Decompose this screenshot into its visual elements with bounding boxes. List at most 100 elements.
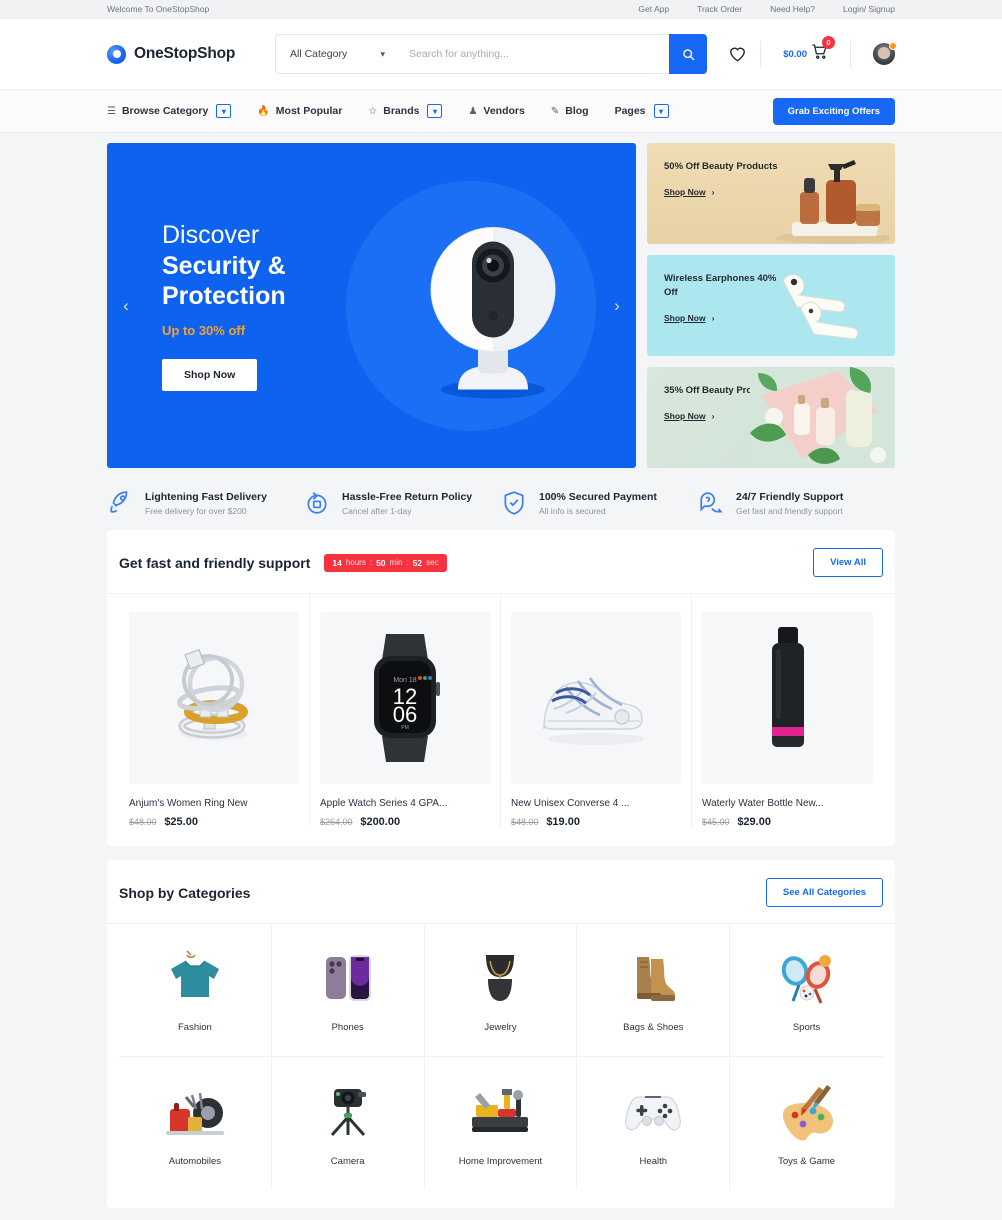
status-dot-icon [889, 42, 897, 50]
category-item-toys-game[interactable]: Toys & Game [730, 1057, 883, 1190]
nav-item-vendors[interactable]: ♟ Vendors [468, 105, 524, 117]
category-item-automobiles[interactable]: Automobiles [119, 1057, 272, 1190]
feature-secure-payment: 100% Secured Payment All info is secured [501, 490, 698, 516]
search-bar: All Category ▾ [275, 34, 707, 74]
gamepad-icon [621, 1081, 685, 1143]
top-link-track-order[interactable]: Track Order [697, 4, 742, 14]
top-link-get-app[interactable]: Get App [638, 4, 669, 14]
deals-title: Get fast and friendly support [119, 554, 311, 571]
product-prices: $264.00 $200.00 [320, 816, 490, 828]
tools-icon [468, 1081, 532, 1143]
nav-item-brands[interactable]: ☆ Brands ▾ [368, 104, 443, 118]
boots-icon [623, 947, 683, 1009]
promo-banner-earphones[interactable]: Wireless Earphones 40% Off Shop Now › [647, 255, 895, 356]
category-select[interactable]: All Category ▾ [275, 34, 395, 74]
skincare-flatlay-image [750, 367, 895, 468]
search-button[interactable] [669, 34, 707, 74]
category-item-fashion[interactable]: Fashion [119, 924, 272, 1057]
nav-item-browse-category[interactable]: ☰ Browse Category ▾ [107, 104, 232, 118]
brand-name: OneStopShop [134, 45, 236, 62]
timer-minutes: 50 [376, 557, 386, 568]
category-name: Fashion [177, 1022, 212, 1033]
nav-label: Vendors [483, 105, 525, 117]
tshirt-icon [165, 947, 225, 1009]
header-actions: $0.00 0 [714, 36, 897, 67]
cart-button[interactable]: $0.00 0 [761, 36, 850, 65]
hero-subtitle: Up to 30% off [162, 322, 246, 338]
hero-shop-now-button[interactable]: Shop Now [162, 358, 258, 391]
promo-shop-now-link[interactable]: Shop Now › [664, 313, 714, 323]
feature-delivery: Lightening Fast Delivery Free delivery f… [107, 490, 304, 516]
category-item-home-improvement[interactable]: Home Improvement [425, 1057, 578, 1190]
nav-items: ☰ Browse Category ▾ 🔥 Most Popular ☆ Bra… [107, 104, 669, 118]
cart-icon-wrap: 0 [811, 36, 835, 65]
category-name: Jewelry [484, 1022, 517, 1033]
product-price: $19.00 [546, 816, 580, 828]
nav-label: Blog [565, 105, 589, 117]
top-link-login-signup[interactable]: Login/ Signup [843, 4, 895, 14]
chevron-down-icon[interactable]: ▾ [216, 104, 232, 118]
promo-banner-beauty-35[interactable]: 35% Off Beauty Products Shop Now › [647, 367, 895, 468]
star-icon: ☆ [368, 105, 378, 117]
site-logo[interactable]: OneStopShop [107, 44, 275, 64]
promo-banner-beauty-50[interactable]: 50% Off Beauty Products Shop Now › [647, 143, 895, 244]
page-content: ‹ › Discover Security & Protection Up to… [0, 143, 1002, 1208]
deals-header: Get fast and friendly support 14 hours :… [107, 530, 895, 594]
chevron-down-icon[interactable]: ▾ [427, 104, 443, 118]
view-all-button[interactable]: View All [813, 548, 883, 577]
security-camera-image [406, 203, 581, 408]
category-item-sports[interactable]: Sports [730, 924, 883, 1057]
features-strip: Lightening Fast Delivery Free delivery f… [107, 468, 895, 530]
category-name: Camera [330, 1155, 365, 1167]
account-button[interactable] [851, 42, 897, 65]
feature-title: Hassle-Free Return Policy [342, 490, 473, 503]
promo-shop-now-link[interactable]: Shop Now › [664, 187, 714, 197]
product-name: Apple Watch Series 4 GPA... [320, 798, 448, 809]
nav-item-pages[interactable]: Pages ▾ [615, 104, 669, 118]
smartwatch-image: Mon 18 12 06 PM [374, 634, 440, 762]
category-item-camera[interactable]: Camera [272, 1057, 425, 1190]
grab-offers-button[interactable]: Grab Exciting Offers [772, 97, 895, 125]
category-item-health[interactable]: Health [577, 1057, 731, 1190]
chevron-down-icon[interactable]: ▾ [653, 104, 669, 118]
sneakers-image [543, 677, 644, 745]
top-link-need-help[interactable]: Need Help? [770, 4, 815, 14]
timer-hours-label: hours [345, 558, 366, 567]
nav-item-blog[interactable]: ✎ Blog [551, 105, 589, 117]
phone-icon [318, 947, 378, 1009]
chevron-down-icon: ▾ [380, 48, 385, 59]
category-item-phones[interactable]: Phones [271, 924, 425, 1057]
promo-shop-now-link[interactable]: Shop Now › [664, 411, 714, 421]
category-name: Home Improvement [458, 1155, 543, 1167]
nav-item-most-popular[interactable]: 🔥 Most Popular [257, 105, 342, 117]
promo-link-label: Shop Now [664, 410, 706, 421]
product-image: Mon 18 12 06 PM [320, 612, 490, 784]
product-image [511, 612, 681, 784]
hero-next-button[interactable]: › [606, 296, 628, 316]
camera-icon [318, 1081, 378, 1143]
product-card[interactable]: Waterly Water Bottle New... $45.00 $29.0… [692, 594, 883, 828]
see-all-categories-button[interactable]: See All Categories [765, 878, 883, 907]
earbuds-image [782, 274, 859, 340]
product-card[interactable]: Anjum's Women Ring New $48.00 $25.00 [119, 594, 310, 828]
product-old-price: $48.00 [511, 817, 539, 827]
product-image [702, 612, 873, 784]
svg-text:06: 06 [393, 702, 417, 727]
camera-illustration [430, 226, 556, 398]
category-item-jewelry[interactable]: Jewelry [424, 924, 578, 1057]
category-item-bags-shoes[interactable]: Bags & Shoes [577, 924, 731, 1057]
promo-title: Wireless Earphones 40% Off [664, 273, 777, 298]
product-card[interactable]: New Unisex Converse 4 ... $48.00 $19.00 [501, 594, 692, 828]
product-name: Waterly Water Bottle New... [702, 798, 824, 809]
svg-text:Mon 18: Mon 18 [393, 677, 416, 684]
product-price: $200.00 [360, 816, 401, 828]
product-card[interactable]: Mon 18 12 06 PM Apple Watch Series 4 GPA… [310, 594, 501, 828]
wishlist-button[interactable] [714, 46, 760, 62]
search-input[interactable] [395, 34, 669, 74]
category-name: Bags & Shoes [623, 1022, 684, 1033]
hero-prev-button[interactable]: ‹ [115, 296, 137, 316]
product-old-price: $264.00 [320, 817, 353, 827]
sports-icon [777, 947, 837, 1009]
search-icon [682, 48, 694, 60]
